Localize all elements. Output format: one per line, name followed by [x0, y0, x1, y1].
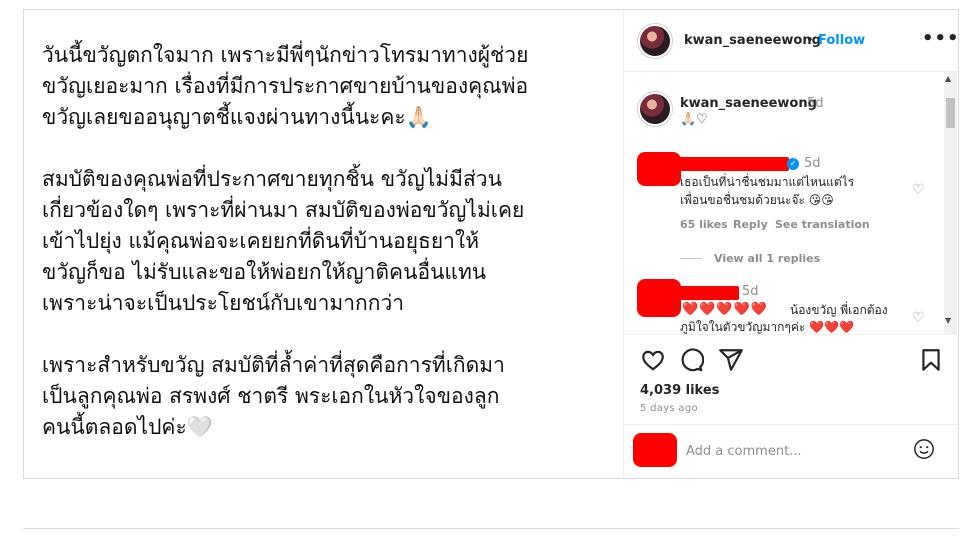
share-icon[interactable] [718, 347, 744, 373]
see-translation-link[interactable]: See translation [775, 218, 870, 231]
redacted-username[interactable] [679, 286, 739, 300]
comment-likes[interactable]: 65 likes [680, 218, 728, 231]
scroll-down-icon[interactable]: ▼ [945, 316, 951, 325]
like-comment-icon[interactable]: ♡ [912, 182, 925, 198]
comment-age: 5d [804, 156, 821, 171]
verified-icon: ✓ [787, 158, 799, 170]
comments-scrollbar[interactable]: ▲ ▼ [944, 72, 957, 334]
like-comment-icon[interactable]: ♡ [912, 310, 925, 326]
separator-dot: • [806, 33, 814, 48]
like-icon[interactable] [640, 347, 666, 373]
redacted-avatar[interactable] [637, 279, 681, 317]
comment-hearts: ❤️❤️❤️❤️❤️ [682, 302, 768, 317]
divider [23, 528, 959, 529]
comment-text: น้องขวัญ พี่เอกต้อง [790, 303, 888, 317]
post-paragraph-3: เพราะสำหรับขวัญ สมบัติที่ล้ำค่าที่สุดคือ… [42, 353, 505, 439]
comments-list[interactable]: kwan_saeneewong 5d 🙏🏻♡ ✓ 5d เธอเป็นที่น่… [624, 72, 958, 334]
add-comment-bar: Add a comment... [624, 424, 958, 479]
author-username[interactable]: kwan_saeneewong [684, 33, 821, 48]
comment-text: เธอเป็นที่น่าชื่นชมมาแต่ไหนแต่ไร เพื่อนข… [680, 175, 855, 207]
comments-panel: kwan_saeneewong • Follow ••• kwan_saenee… [623, 10, 960, 479]
comment-icon[interactable] [678, 347, 704, 373]
comment-text: 🙏🏻♡ [680, 112, 708, 127]
scrollbar-thumb[interactable] [946, 98, 955, 128]
redacted-username[interactable] [679, 157, 789, 171]
replies-divider [680, 258, 702, 259]
post-image-text: วันนี้ขวัญตกใจมาก เพราะมีพี่ๆนักข่าวโทรม… [42, 40, 617, 474]
follow-button[interactable]: Follow [818, 33, 865, 48]
scroll-up-icon[interactable]: ▲ [945, 74, 951, 83]
post-paragraph-1: วันนี้ขวัญตกใจมาก เพราะมีพี่ๆนักข่าวโทรม… [42, 43, 529, 129]
post-header: kwan_saeneewong • Follow ••• [624, 10, 960, 72]
save-icon[interactable] [918, 347, 944, 373]
likes-count[interactable]: 4,039 likes [640, 383, 719, 398]
emoji-icon[interactable] [913, 438, 935, 460]
post-paragraph-2: สมบัติของคุณพ่อที่ประกาศขายทุกชิ้น ขวัญไ… [42, 167, 525, 315]
comment-age: 5d [742, 284, 759, 299]
add-comment-input[interactable]: Add a comment... [686, 444, 802, 459]
post-timestamp[interactable]: 5 days ago [640, 403, 698, 414]
comment-username[interactable]: kwan_saeneewong [680, 96, 817, 111]
post-card: วันนี้ขวัญตกใจมาก เพราะมีพี่ๆนักข่าวโทรม… [23, 9, 959, 479]
comment-text-continued: ภูมิใจในตัวขวัญมากๆค่ะ ❤️❤️❤️ [680, 320, 854, 334]
more-options-icon[interactable]: ••• [922, 28, 960, 49]
redacted-avatar [633, 433, 677, 467]
post-actions: 4,039 likes 5 days ago [624, 334, 958, 425]
author-avatar[interactable] [640, 94, 670, 124]
reply-link[interactable]: Reply [733, 218, 768, 231]
view-replies-link[interactable]: View all 1 replies [714, 252, 820, 265]
redacted-avatar[interactable] [637, 152, 681, 186]
comment-age: 5d [807, 96, 824, 111]
post-media: วันนี้ขวัญตกใจมาก เพราะมีพี่ๆนักข่าวโทรม… [24, 10, 623, 478]
author-avatar[interactable] [640, 26, 670, 56]
